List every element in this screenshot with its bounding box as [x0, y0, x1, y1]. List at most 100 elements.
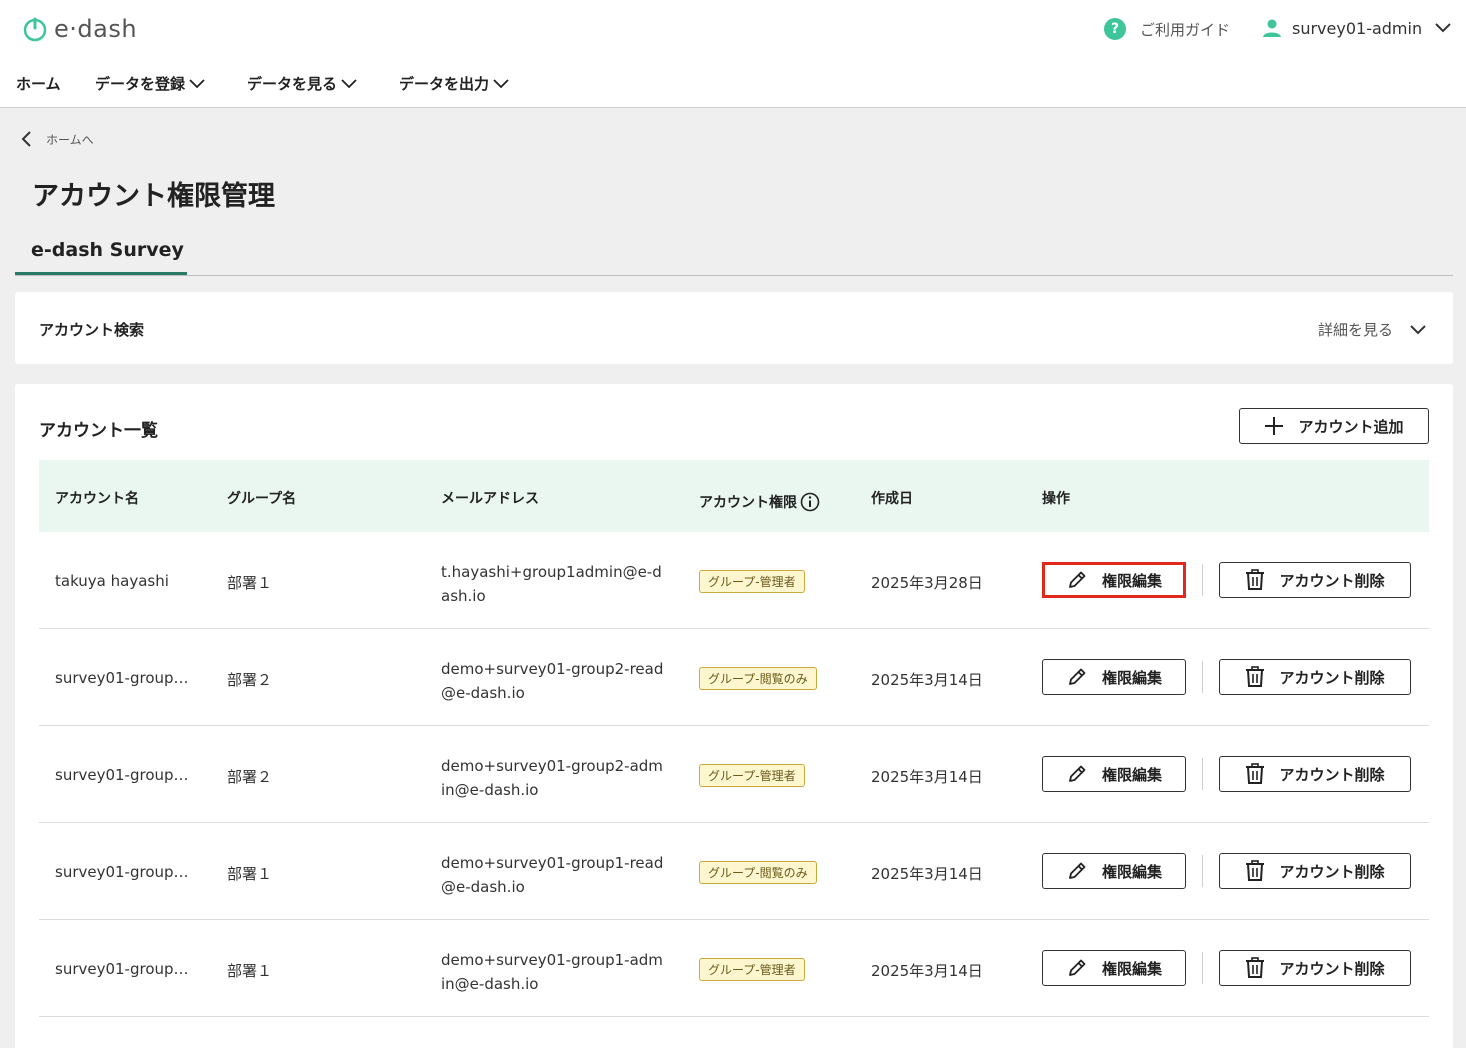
add-account-label: アカウント追加 [1298, 418, 1404, 436]
list-title: アカウント一覧 [39, 421, 158, 441]
delete-label: アカウント削除 [1279, 863, 1385, 881]
edit-permission-button[interactable]: 権限編集 [1042, 853, 1186, 889]
pencil-icon [1069, 862, 1086, 879]
account-name: takuya hayashi [55, 572, 169, 590]
nav-home-label: ホーム [16, 75, 61, 93]
main-nav: ホーム データを登録 データを見る データを出力 [0, 58, 1466, 108]
account-name: survey01-group2-admin [55, 766, 195, 784]
nav-home[interactable]: ホーム [16, 73, 61, 94]
user-menu[interactable]: survey01-admin [1262, 18, 1462, 38]
logo[interactable]: e·dash [22, 15, 137, 43]
table-row: survey01-group2-read 部署２ demo+survey01-gro… [39, 629, 1429, 726]
created-date: 2025年3月14日 [871, 962, 983, 980]
action-divider [1202, 855, 1203, 887]
delete-account-button[interactable]: アカウント削除 [1219, 950, 1411, 986]
permission-badge: グループ-管理者 [699, 958, 805, 981]
chevron-down-icon [493, 78, 509, 88]
edit-label: 権限編集 [1101, 766, 1162, 784]
trash-icon [1246, 666, 1265, 687]
delete-account-button[interactable]: アカウント削除 [1219, 659, 1411, 695]
table-row: survey01-group1-read 部署１ demo+survey01-gro… [39, 823, 1429, 920]
group-name: 部署２ [227, 768, 273, 786]
chevron-down-icon [1435, 23, 1451, 33]
action-divider [1202, 661, 1203, 693]
col-group-name: グループ名 [227, 491, 297, 507]
account-search-panel: アカウント検索 詳細を見る [15, 292, 1453, 364]
delete-account-button[interactable]: アカウント削除 [1219, 853, 1411, 889]
help-icon: ? [1104, 18, 1126, 40]
col-email: メールアドレス [441, 491, 539, 507]
account-list-panel: アカウント一覧 アカウント追加 アカウント名 グループ名 メールアドレス アカウ… [15, 384, 1453, 1048]
action-divider [1202, 952, 1203, 984]
nav-register-data[interactable]: データを登録 [95, 73, 205, 94]
tab-bar: e-dash Survey [15, 236, 1453, 276]
trash-icon [1246, 957, 1265, 978]
add-account-button[interactable]: アカウント追加 [1239, 408, 1429, 444]
edit-permission-button[interactable]: 権限編集 [1042, 562, 1186, 598]
logo-text: e·dash [54, 15, 138, 43]
trash-icon [1246, 569, 1265, 590]
email-address: demo+survey01-group1-admin@e-dash.io [441, 951, 663, 993]
breadcrumb[interactable]: ホームへ [20, 130, 94, 148]
email-address: demo+survey01-group2-admin@e-dash.io [441, 757, 663, 799]
edit-label: 権限編集 [1101, 669, 1162, 687]
search-title: アカウント検索 [39, 321, 145, 339]
edit-permission-button[interactable]: 権限編集 [1042, 950, 1186, 986]
created-date: 2025年3月28日 [871, 574, 983, 592]
user-icon [1263, 19, 1281, 37]
chevron-down-icon [341, 78, 357, 88]
pencil-icon [1069, 668, 1086, 685]
group-name: 部署１ [227, 574, 273, 592]
chevron-down-icon [189, 78, 205, 88]
permission-cell: グループ-管理者 [699, 570, 805, 593]
nav-export-data[interactable]: データを出力 [399, 73, 509, 94]
account-name: survey01-group2-read [55, 669, 195, 687]
permission-badge: グループ-管理者 [699, 570, 805, 593]
col-actions: 操作 [1042, 491, 1070, 507]
table-row: takuya hayashi 部署１ t.hayashi+group1admin@e… [39, 532, 1429, 629]
created-date: 2025年3月14日 [871, 865, 983, 883]
trash-icon [1246, 860, 1265, 881]
nav-register-label: データを登録 [95, 75, 186, 93]
plus-icon [1265, 417, 1284, 435]
col-account-name: アカウント名 [55, 491, 139, 507]
pencil-icon [1069, 765, 1086, 782]
delete-label: アカウント削除 [1279, 669, 1385, 687]
permission-cell: グループ-閲覧のみ [699, 861, 817, 884]
user-guide-link[interactable]: ? ご利用ガイド [1104, 18, 1230, 40]
delete-label: アカウント削除 [1279, 766, 1385, 784]
top-bar: e·dash ? ご利用ガイド survey01-admin [0, 0, 1466, 58]
account-name: survey01-group1-admin [55, 960, 195, 978]
chevron-left-icon [21, 131, 31, 147]
delete-account-button[interactable]: アカウント削除 [1219, 562, 1411, 598]
tab-e-dash-survey[interactable]: e-dash Survey [15, 236, 187, 275]
delete-account-button[interactable]: アカウント削除 [1219, 756, 1411, 792]
page-title: アカウント権限管理 [32, 181, 275, 212]
pencil-icon [1069, 959, 1086, 976]
nav-view-data[interactable]: データを見る [247, 73, 357, 94]
permission-badge: グループ-管理者 [699, 764, 805, 787]
group-name: 部署２ [227, 671, 273, 689]
group-name: 部署１ [227, 962, 273, 980]
show-details-toggle[interactable]: 詳細を見る [1318, 319, 1427, 340]
permission-cell: グループ-管理者 [699, 958, 805, 981]
delete-label: アカウント削除 [1279, 572, 1385, 590]
email-address: demo+survey01-group2-read@e-dash.io [441, 660, 664, 702]
action-divider [1202, 564, 1203, 596]
permission-badge: グループ-閲覧のみ [699, 667, 817, 690]
guide-label: ご利用ガイド [1140, 20, 1231, 39]
delete-label: アカウント削除 [1279, 960, 1385, 978]
table-header: アカウント名 グループ名 メールアドレス アカウント権限 作成日 操作 [39, 460, 1429, 532]
trash-icon [1246, 763, 1265, 784]
col-permission: アカウント権限 [699, 492, 820, 512]
edit-permission-button[interactable]: 権限編集 [1042, 756, 1186, 792]
col-permission-label: アカウント権限 [699, 495, 797, 511]
edit-permission-button[interactable]: 権限編集 [1042, 659, 1186, 695]
edit-label: 権限編集 [1101, 572, 1162, 590]
nav-view-label: データを見る [247, 75, 338, 93]
email-address: demo+survey01-group1-read@e-dash.io [441, 854, 664, 896]
permission-cell: グループ-閲覧のみ [699, 667, 817, 690]
action-divider [1202, 758, 1203, 790]
info-icon[interactable] [800, 492, 820, 512]
created-date: 2025年3月14日 [871, 768, 983, 786]
